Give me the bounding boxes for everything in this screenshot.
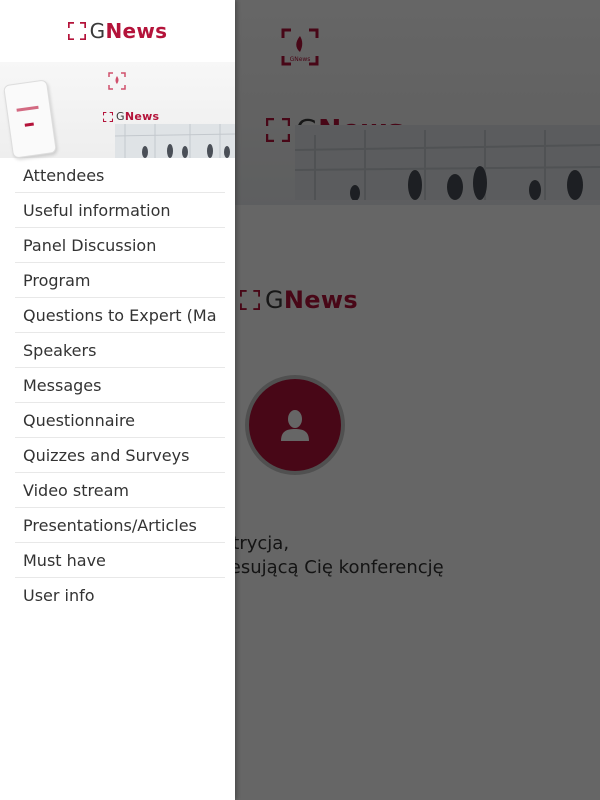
drawer-menu: Attendees Useful information Panel Discu…: [0, 158, 235, 612]
menu-item-questions-to-expert[interactable]: Questions to Expert (Ma: [15, 298, 225, 333]
menu-item-must-have[interactable]: Must have: [15, 543, 225, 578]
bracket-icon: [103, 111, 113, 122]
menu-item-speakers[interactable]: Speakers: [15, 333, 225, 368]
menu-item-attendees[interactable]: Attendees: [15, 158, 225, 193]
menu-item-messages[interactable]: Messages: [15, 368, 225, 403]
menu-item-panel-discussion[interactable]: Panel Discussion: [15, 228, 225, 263]
banner-logo: GNews: [103, 110, 159, 123]
menu-item-quizzes-and-surveys[interactable]: Quizzes and Surveys: [15, 438, 225, 473]
logo-g: G: [89, 19, 106, 43]
menu-item-program[interactable]: Program: [15, 263, 225, 298]
drawer-header-logo: GNews: [0, 0, 235, 62]
logo-news: News: [105, 19, 168, 43]
menu-item-useful-information[interactable]: Useful information: [15, 193, 225, 228]
menu-item-video-stream[interactable]: Video stream: [15, 473, 225, 508]
menu-item-presentations-articles[interactable]: Presentations/Articles: [15, 508, 225, 543]
crowd-image: [115, 124, 235, 158]
menu-item-user-info[interactable]: User info: [15, 578, 225, 612]
menu-item-questionnaire[interactable]: Questionnaire: [15, 403, 225, 438]
phone-illustration: [3, 79, 57, 159]
gnews-emblem-icon: [108, 72, 126, 90]
navigation-drawer: GNews GNews Attendees Useful information…: [0, 0, 235, 800]
bracket-icon: [67, 22, 86, 40]
logo-g: G: [116, 110, 125, 123]
logo-news: News: [124, 110, 160, 123]
drawer-scrim[interactable]: [235, 0, 600, 800]
drawer-banner: GNews: [0, 62, 235, 159]
